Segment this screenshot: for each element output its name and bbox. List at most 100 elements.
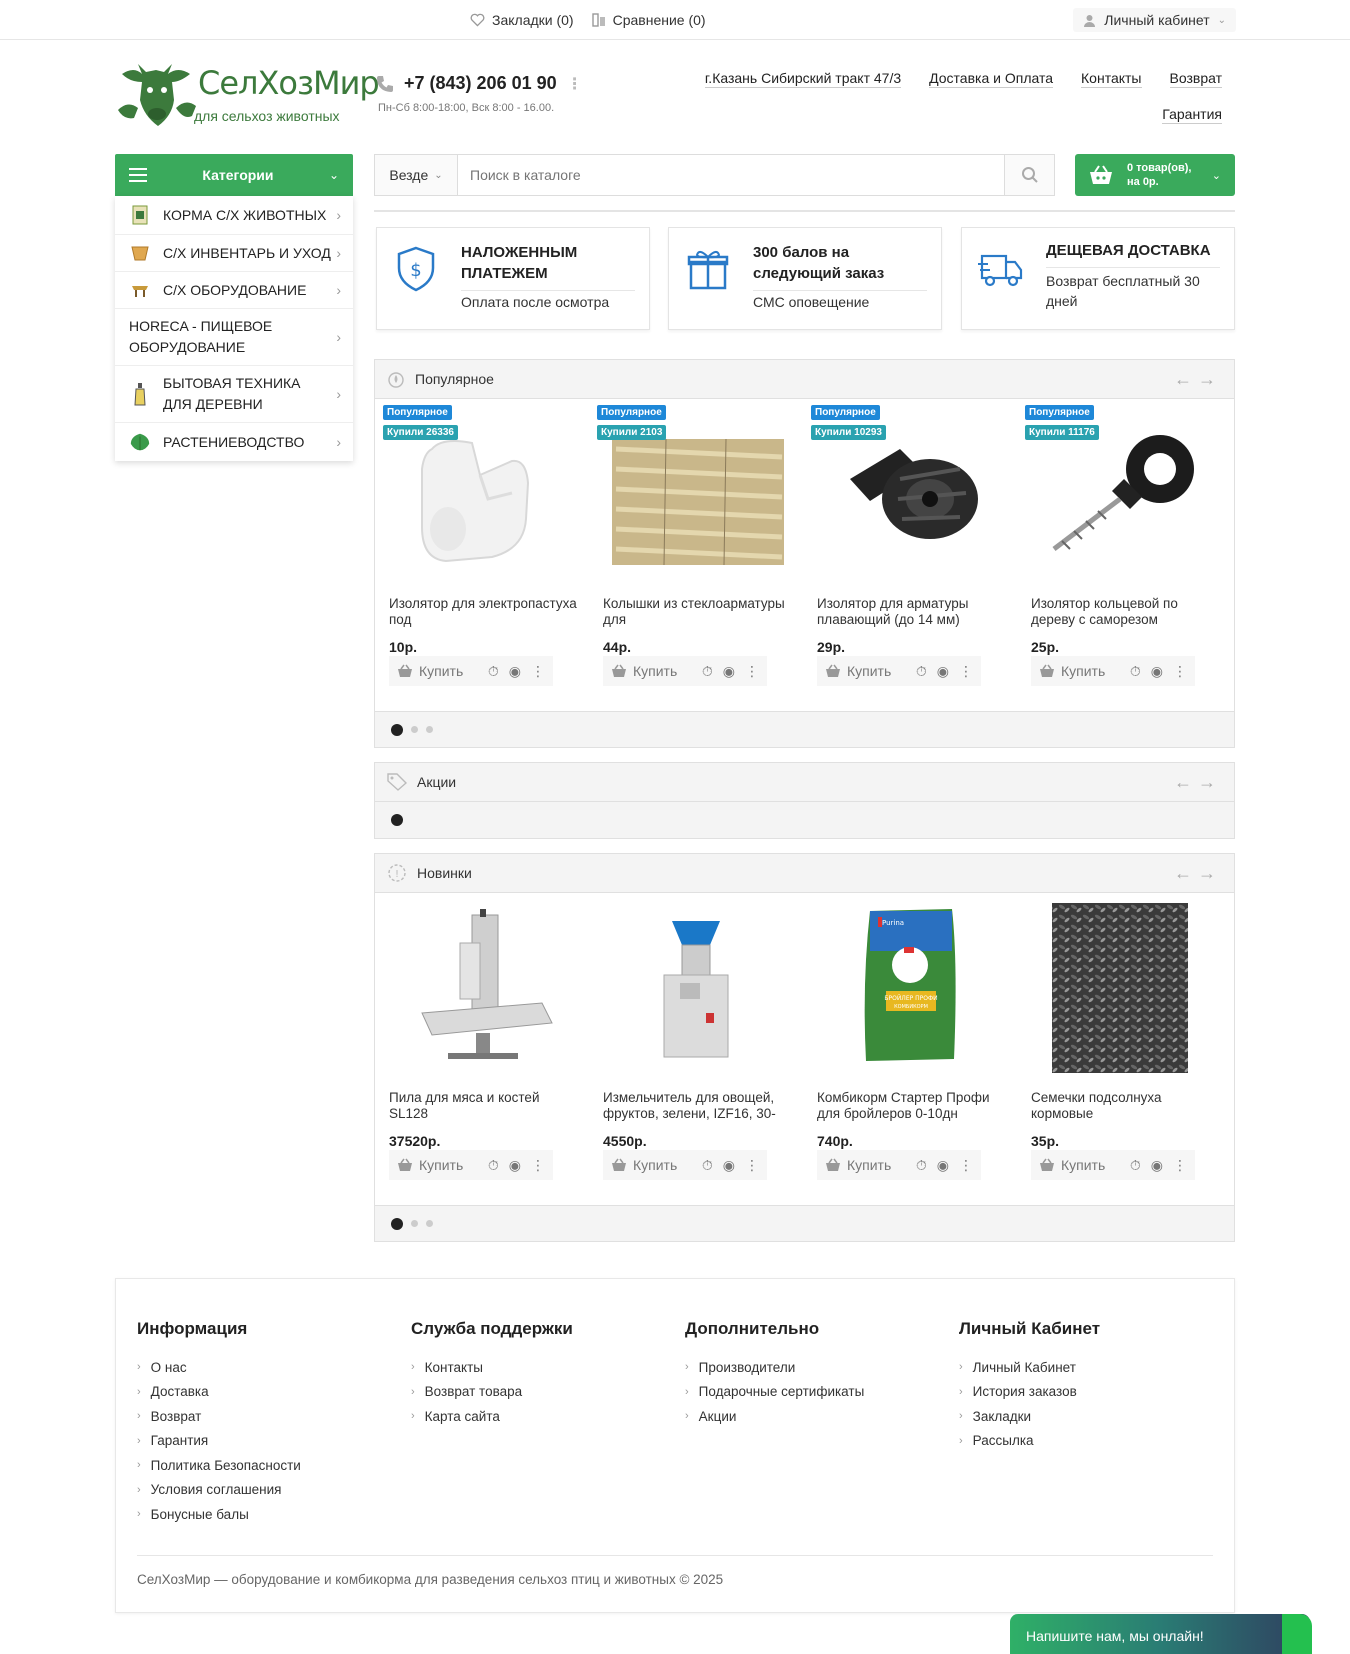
category-item-feed[interactable]: КОРМА С/Х ЖИВОТНЫХ ›	[115, 196, 353, 235]
eye-icon[interactable]: ◉	[937, 1157, 949, 1174]
warranty-link[interactable]: Гарантия	[1162, 106, 1222, 124]
more-vertical-icon[interactable]: ⋮	[1173, 663, 1187, 680]
footer-link[interactable]: › Условия соглашения	[137, 1478, 301, 1503]
product-name[interactable]: Измельчитель для овощей, фруктов, зелени…	[603, 1090, 793, 1122]
buy-button[interactable]: Купить	[1039, 1157, 1120, 1173]
footer-link[interactable]: › Гарантия	[137, 1429, 301, 1454]
pagination-dot-active[interactable]	[391, 723, 403, 736]
pagination-dot[interactable]	[426, 1220, 433, 1227]
footer-link[interactable]: › Рассылка	[959, 1429, 1100, 1454]
chat-widget-button[interactable]: Напишите нам, мы онлайн!	[1010, 1614, 1312, 1654]
pagination-dot[interactable]	[411, 726, 418, 733]
footer-link[interactable]: › Доставка	[137, 1380, 301, 1405]
delivery-link[interactable]: Доставка и Оплата	[929, 70, 1054, 88]
footer-link[interactable]: › Контакты	[411, 1355, 573, 1380]
buy-button[interactable]: Купить	[825, 663, 906, 679]
search-scope-select[interactable]: Везде ⌄	[375, 155, 458, 195]
buy-button[interactable]: Купить	[825, 1157, 906, 1173]
cart-button[interactable]: 0 товар(ов), на 0р. ⌄	[1075, 154, 1235, 196]
product-image[interactable]	[392, 903, 572, 1073]
contacts-link[interactable]: Контакты	[1081, 70, 1142, 88]
arrow-left-icon[interactable]: ←	[1174, 369, 1198, 389]
timer-icon[interactable]: ⏱	[702, 1157, 713, 1174]
search-scope-value: Везде	[389, 167, 429, 183]
product-name[interactable]: Пила для мяса и костей SL128	[389, 1090, 579, 1122]
eye-icon[interactable]: ◉	[937, 663, 949, 680]
footer-link[interactable]: › Политика Безопасности	[137, 1453, 301, 1478]
pagination-dot-active[interactable]	[391, 1217, 403, 1230]
arrow-left-icon[interactable]: ←	[1174, 772, 1198, 792]
product-name[interactable]: Семечки подсолнуха кормовые	[1031, 1090, 1221, 1122]
footer-link[interactable]: › Закладки	[959, 1404, 1100, 1429]
timer-icon[interactable]: ⏱	[488, 1157, 499, 1174]
arrow-right-icon[interactable]: →	[1198, 772, 1222, 792]
product-name[interactable]: Колышки из стеклоарматуры для	[603, 596, 793, 628]
more-vertical-icon[interactable]: ⋮	[531, 663, 545, 680]
compare-link[interactable]: Сравнение (0)	[591, 12, 706, 28]
buy-button[interactable]: Купить	[397, 663, 478, 679]
arrow-right-icon[interactable]: →	[1198, 863, 1222, 883]
more-vertical-icon[interactable]: ⋮	[567, 74, 583, 94]
footer-link[interactable]: › Личный Кабинет	[959, 1355, 1100, 1380]
timer-icon[interactable]: ⏱	[916, 663, 927, 680]
pagination-dot-active[interactable]	[391, 814, 403, 826]
account-dropdown[interactable]: Личный кабинет ⌄	[1073, 8, 1236, 32]
more-vertical-icon[interactable]: ⋮	[531, 1157, 545, 1174]
timer-icon[interactable]: ⏱	[702, 663, 713, 680]
product-name[interactable]: Изолятор кольцевой по дереву с саморезом	[1031, 596, 1221, 628]
return-link[interactable]: Возврат	[1169, 70, 1222, 88]
footer-link[interactable]: › Возврат товара	[411, 1380, 573, 1405]
product-image[interactable]: Purina БРОЙЛЕР ПРОФИ КОМБИКОРМ	[820, 903, 1000, 1073]
site-logo[interactable]: СелХозМир для сельхоз животных	[114, 60, 380, 136]
footer-link[interactable]: › Возврат	[137, 1404, 301, 1429]
timer-icon[interactable]: ⏱	[488, 663, 499, 680]
footer-link[interactable]: › Производители	[685, 1355, 864, 1380]
timer-icon[interactable]: ⏱	[1130, 1157, 1141, 1174]
more-vertical-icon[interactable]: ⋮	[959, 663, 973, 680]
search-button[interactable]	[1004, 155, 1054, 195]
product-name[interactable]: Изолятор для арматуры плавающий (до 14 м…	[817, 596, 1007, 628]
category-item-equipment[interactable]: С/Х ОБОРУДОВАНИЕ ›	[115, 272, 353, 309]
timer-icon[interactable]: ⏱	[916, 1157, 927, 1174]
eye-icon[interactable]: ◉	[509, 1157, 521, 1174]
footer-link[interactable]: › История заказов	[959, 1380, 1100, 1405]
product-name[interactable]: Изолятор для электропастуха под	[389, 596, 579, 628]
category-item-horeca[interactable]: HORECA - ПИЩЕВОЕ ОБОРУДОВАНИЕ ›	[115, 309, 353, 366]
arrow-left-icon[interactable]: ←	[1174, 863, 1198, 883]
phone-number[interactable]: +7 (843) 206 01 90	[404, 73, 557, 94]
eye-icon[interactable]: ◉	[723, 663, 735, 680]
categories-toggle[interactable]: Категории ⌄	[115, 154, 353, 196]
footer-link[interactable]: › Подарочные сертификаты	[685, 1380, 864, 1405]
address-link[interactable]: г.Казань Сибирский тракт 47/3	[704, 70, 902, 88]
footer-link-label: Карта сайта	[424, 1408, 500, 1424]
buy-button[interactable]: Купить	[1039, 663, 1120, 679]
search-input[interactable]	[458, 155, 1004, 195]
footer-link[interactable]: › О нас	[137, 1355, 301, 1380]
more-vertical-icon[interactable]: ⋮	[745, 1157, 759, 1174]
footer-link[interactable]: › Бонусные балы	[137, 1502, 301, 1527]
category-item-plants[interactable]: РАСТЕНИЕВОДСТВО ›	[115, 423, 353, 461]
product-image[interactable]	[606, 903, 786, 1073]
more-vertical-icon[interactable]: ⋮	[745, 663, 759, 680]
category-item-inventory[interactable]: С/Х ИНВЕНТАРЬ И УХОД ›	[115, 235, 353, 272]
pagination-dot[interactable]	[411, 1220, 418, 1227]
footer-link[interactable]: › Карта сайта	[411, 1404, 573, 1429]
eye-icon[interactable]: ◉	[509, 663, 521, 680]
category-item-appliances[interactable]: БЫТОВАЯ ТЕХНИКА ДЛЯ ДЕРЕВНИ ›	[115, 366, 353, 423]
timer-icon[interactable]: ⏱	[1130, 663, 1141, 680]
chevron-right-icon: ›	[336, 434, 341, 450]
pagination-dot[interactable]	[426, 726, 433, 733]
footer-link[interactable]: › Акции	[685, 1404, 864, 1429]
arrow-right-icon[interactable]: →	[1198, 369, 1222, 389]
product-name[interactable]: Комбикорм Стартер Профи для бройлеров 0-…	[817, 1090, 1007, 1122]
more-vertical-icon[interactable]: ⋮	[959, 1157, 973, 1174]
eye-icon[interactable]: ◉	[1151, 663, 1163, 680]
buy-button[interactable]: Купить	[397, 1157, 478, 1173]
more-vertical-icon[interactable]: ⋮	[1173, 1157, 1187, 1174]
eye-icon[interactable]: ◉	[723, 1157, 735, 1174]
bookmarks-link[interactable]: Закладки (0)	[470, 12, 574, 28]
eye-icon[interactable]: ◉	[1151, 1157, 1163, 1174]
buy-button[interactable]: Купить	[611, 1157, 692, 1173]
buy-button[interactable]: Купить	[611, 663, 692, 679]
product-image[interactable]	[1034, 903, 1214, 1073]
